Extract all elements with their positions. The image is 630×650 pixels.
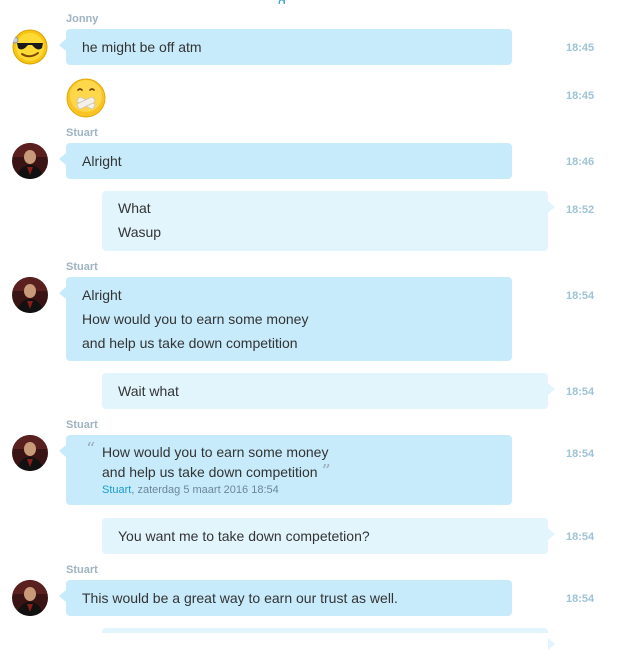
- quote-meta: Stuart, zaterdag 5 maart 2016 18:54: [102, 482, 496, 498]
- profile-photo-icon: [12, 580, 48, 616]
- profile-photo-icon: [12, 277, 48, 313]
- quote-date: , zaterdag 5 maart 2016 18:54: [131, 484, 279, 496]
- message-text: Alright: [82, 153, 122, 169]
- message-timestamp: 18:54: [566, 290, 595, 302]
- message-bubble[interactable]: You want me to take down competetion?: [102, 518, 555, 554]
- sender-name: Stuart: [66, 419, 98, 431]
- quote-text-line: and help us take down competition ”: [102, 462, 496, 482]
- quote-text: How would you to earn some money: [102, 444, 329, 460]
- avatar-stuart[interactable]: [12, 435, 48, 471]
- profile-photo-icon: [12, 143, 48, 179]
- message-text: You want me to take down competetion?: [118, 528, 370, 544]
- message-timestamp: 18:52: [566, 204, 595, 216]
- avatar-stuart[interactable]: [12, 277, 48, 313]
- message-timestamp: 18:45: [566, 90, 595, 102]
- sender-name: Jonny: [66, 13, 99, 25]
- message-timestamp: 18:54: [566, 593, 595, 605]
- message-timestamp: 18:46: [566, 156, 595, 168]
- message-text: and help us take down competition: [82, 335, 298, 351]
- message-bubble[interactable]: Alright: [59, 143, 512, 179]
- zipped-mouth-emoticon-icon[interactable]: [66, 78, 106, 118]
- avatar-stuart[interactable]: [12, 580, 48, 616]
- quote-open-mark: “: [86, 439, 96, 460]
- sender-name: Stuart: [66, 261, 98, 273]
- message-timestamp: 18:45: [566, 42, 595, 54]
- cool-sunglasses-emoticon-icon: [12, 29, 48, 65]
- message-bubble[interactable]: Wait what: [102, 373, 555, 409]
- message-text: What: [118, 200, 151, 216]
- sender-name: Stuart: [66, 127, 98, 139]
- quote-text: and help us take down competition: [102, 464, 318, 480]
- quote-block: “ How would you to earn some money and h…: [86, 439, 496, 498]
- message-text: he might be off atm: [82, 39, 202, 55]
- message-text: Wasup: [118, 224, 162, 240]
- message-text: How would you to earn some money: [82, 311, 309, 327]
- message-bubble[interactable]: This would be a great way to earn our tr…: [59, 580, 512, 616]
- message-bubble[interactable]: Alright How would you to earn some money…: [59, 277, 512, 361]
- quote-author-link[interactable]: Stuart: [102, 484, 131, 496]
- message-text: Alright: [82, 287, 122, 303]
- message-text: This would be a great way to earn our tr…: [82, 590, 398, 606]
- quote-close-mark: ”: [321, 461, 331, 482]
- sender-name: Stuart: [66, 564, 98, 576]
- message-bubble[interactable]: he might be off atm: [59, 29, 512, 65]
- message-timestamp: 18:54: [566, 448, 595, 460]
- message-bubble-partial[interactable]: [102, 628, 555, 650]
- quoted-message-bubble[interactable]: “ How would you to earn some money and h…: [59, 435, 512, 505]
- message-bubble[interactable]: What Wasup: [102, 191, 555, 251]
- avatar-jonny[interactable]: [12, 29, 48, 65]
- profile-photo-icon: [12, 435, 48, 471]
- partial-header-link[interactable]: g: [278, 0, 292, 4]
- message-timestamp: 18:54: [566, 531, 595, 543]
- message-text: Wait what: [118, 383, 179, 399]
- avatar-stuart[interactable]: [12, 143, 48, 179]
- message-timestamp: 18:54: [566, 386, 595, 398]
